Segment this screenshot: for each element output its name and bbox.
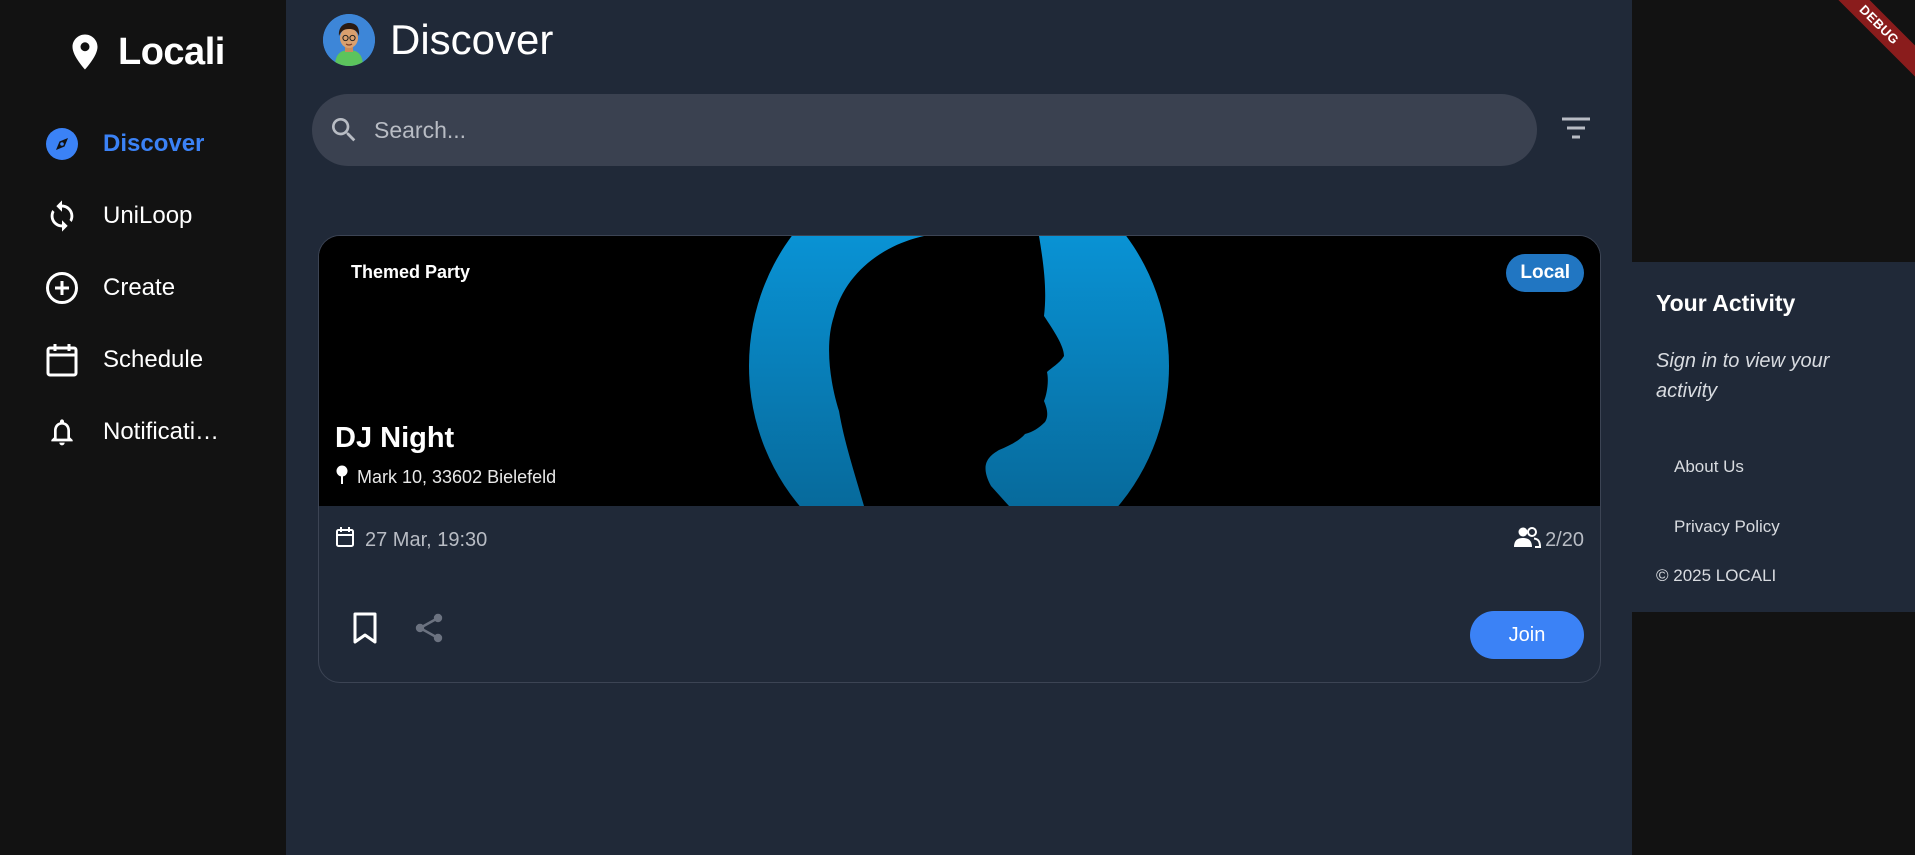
participant-count-text: 2/20 [1545,528,1584,551]
compass-icon [44,126,80,162]
people-icon [1513,526,1542,554]
card-actions [349,612,445,644]
search-input[interactable] [374,116,1474,144]
sidebar-item-label: Notificati… [103,418,220,445]
event-title: DJ Night [335,422,455,454]
sidebar-item-label: Schedule [103,346,204,373]
sidebar-item-schedule[interactable]: Schedule [0,324,286,396]
avatar[interactable] [323,14,375,66]
event-location-text: Mark 10, 33602 Bielefeld [357,467,557,487]
sidebar-item-label: Create [103,274,176,301]
search-icon [324,110,364,150]
activity-message: Sign in to view your activity [1656,350,1830,402]
right-panel-top [1632,0,1915,262]
search-bar[interactable] [312,94,1537,166]
activity-title: Your Activity [1656,290,1796,316]
sidebar: Locali Discover UniLoop Create Schedule … [0,0,286,855]
privacy-link[interactable]: Privacy Policy [1674,517,1780,537]
calendar-icon [44,342,80,378]
sidebar-item-uniloop[interactable]: UniLoop [0,180,286,252]
event-date: 27 Mar, 19:30 [335,526,487,554]
sidebar-item-label: UniLoop [103,202,193,229]
page-header: Discover [323,13,553,67]
right-panel-bottom [1632,612,1915,855]
sidebar-item-notifications[interactable]: Notificati… [0,396,286,468]
participant-count: 2/20 [1513,526,1584,554]
event-card[interactable]: Themed Party Local DJ Night Mark 10, 336… [318,235,1601,683]
calendar-icon [335,526,355,554]
join-button[interactable]: Join [1470,611,1584,659]
page-title: Discover [390,16,554,63]
sidebar-item-create[interactable]: Create [0,252,286,324]
app-root: Locali Discover UniLoop Create Schedule … [0,0,1915,855]
event-category: Themed Party [351,262,471,282]
main-content: Discover Search... Themed Party Local DJ… [286,0,1632,855]
add-circle-icon [44,270,80,306]
sidebar-item-label: Discover [103,130,205,157]
filter-icon [1561,116,1591,145]
bell-icon [44,414,80,450]
filter-button[interactable] [1556,110,1596,150]
share-icon[interactable] [413,612,445,644]
pin-icon [335,465,349,490]
brand[interactable]: Locali [70,28,225,76]
event-location: Mark 10, 33602 Bielefeld [335,465,556,490]
location-pin-icon [70,32,104,72]
app-title: Locali [118,30,225,73]
bookmark-icon[interactable] [349,612,381,644]
about-link[interactable]: About Us [1674,457,1744,477]
local-badge: Local [1506,254,1584,292]
copyright: © 2025 LOCALI [1656,566,1777,585]
activity-panel: Your Activity Sign in to view your activ… [1632,262,1915,612]
event-date-text: 27 Mar, 19:30 [365,528,488,551]
sidebar-nav: Discover UniLoop Create Schedule Notific… [0,108,286,468]
sidebar-item-discover[interactable]: Discover [0,108,286,180]
sync-icon [44,198,80,234]
